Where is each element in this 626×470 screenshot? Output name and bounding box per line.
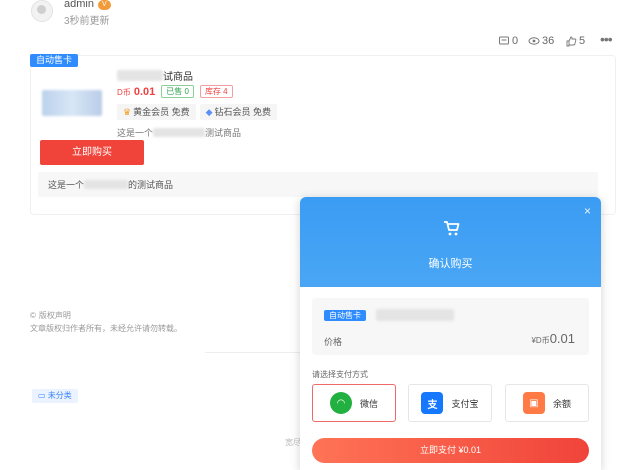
- avatar[interactable]: [31, 0, 53, 22]
- price-value: 0.01: [133, 85, 156, 98]
- close-icon[interactable]: ×: [584, 204, 591, 218]
- desc-prefix: 这是一个: [117, 128, 154, 138]
- gold-member-label: 黄金会员 免费: [133, 107, 190, 117]
- product-short-desc: 这是一个 测试商品: [117, 126, 241, 139]
- product-title-text: 试商品: [163, 72, 193, 83]
- copyright-icon: ©: [30, 311, 36, 320]
- likes-count: 5: [579, 35, 586, 47]
- gold-member-price: ♛ 黄金会员 免费: [117, 104, 196, 120]
- member-prices: ♛ 黄金会员 免费 ◆ 钻石会员 免费: [117, 104, 278, 120]
- diamond-icon: ◆: [205, 107, 213, 117]
- modal-price: ¥D币0.01: [531, 331, 575, 346]
- category-label: 未分类: [47, 391, 72, 400]
- likes-stat[interactable]: 5: [565, 33, 585, 49]
- category-tag[interactable]: ▭ 未分类: [32, 389, 78, 403]
- modal-price-value: 0.01: [549, 331, 575, 346]
- more-options-icon[interactable]: •••: [600, 31, 613, 47]
- pay-option-balance[interactable]: ▣ 余额: [505, 384, 589, 422]
- eye-icon: [528, 37, 540, 45]
- copyright-title: © 版权声明: [30, 310, 71, 321]
- wallet-icon: ▣: [522, 392, 545, 414]
- modal-header: × 确认购买: [300, 197, 601, 287]
- auto-card-tag: 自动售卡: [30, 54, 79, 67]
- pay-now-button[interactable]: 立即支付 ¥0.01: [312, 438, 589, 463]
- pay-option-label: 支付宝: [451, 398, 479, 409]
- crown-icon: ♛: [123, 107, 132, 117]
- comments-stat[interactable]: 0: [498, 33, 518, 49]
- desc-box-suffix: 的测试商品: [128, 180, 174, 190]
- product-title[interactable]: 试商品: [117, 68, 193, 83]
- alipay-icon: 支: [421, 392, 444, 414]
- modal-title: 确认购买: [428, 258, 473, 270]
- diamond-member-label: 钻石会员 免费: [214, 107, 272, 117]
- pay-method-label: 请选择支付方式: [312, 370, 368, 379]
- sold-badge: 已售 0: [161, 85, 194, 98]
- modal-auto-card-tag: 自动售卡: [324, 310, 366, 321]
- thumbs-up-icon: [566, 36, 577, 47]
- cart-icon: [444, 221, 460, 236]
- copyright-title-text: 版权声明: [38, 311, 71, 320]
- username[interactable]: admin: [64, 0, 94, 10]
- pay-option-alipay[interactable]: 支 支付宝: [408, 384, 492, 422]
- wechat-icon: ◠: [329, 392, 352, 414]
- product-description-box: 这是一个 的测试商品: [38, 172, 598, 197]
- user-level-badge: V: [98, 0, 111, 10]
- price-unit: D币: [117, 87, 131, 97]
- desc-box-prefix: 这是一个: [48, 180, 85, 190]
- diamond-member-price: ◆ 钻石会员 免费: [199, 104, 278, 120]
- pay-option-label: 余额: [552, 398, 571, 409]
- pay-option-label: 微信: [359, 398, 378, 409]
- comments-count: 0: [512, 35, 519, 47]
- comment-icon: [499, 36, 509, 45]
- buy-now-button[interactable]: 立即购买: [40, 140, 144, 165]
- updated-time: 3秒前更新: [64, 16, 110, 27]
- views-stat: 36: [528, 33, 554, 49]
- product-thumbnail[interactable]: [42, 90, 102, 116]
- copyright-text: 文章版权归作者所有，未经允许请勿转载。: [30, 324, 182, 333]
- modal-product-box: 自动售卡 价格 ¥D币0.01: [312, 298, 589, 355]
- modal-price-label: 价格: [324, 337, 343, 347]
- modal-price-unit: ¥D币: [531, 336, 550, 345]
- purchase-modal: × 确认购买 自动售卡 价格 ¥D币0.01 请选择支付方式 ◠ 微信 支 支付…: [300, 197, 601, 470]
- stock-badge: 库存 4: [199, 85, 233, 98]
- folder-icon: ▭: [38, 391, 46, 400]
- views-count: 36: [542, 35, 555, 47]
- desc-suffix: 测试商品: [205, 128, 242, 138]
- product-price: D币 0.01: [117, 86, 155, 98]
- pay-option-wechat[interactable]: ◠ 微信: [312, 384, 396, 422]
- faint-text: 宽尽: [285, 438, 301, 447]
- price-row: D币 0.01 已售 0 库存 4: [117, 85, 233, 98]
